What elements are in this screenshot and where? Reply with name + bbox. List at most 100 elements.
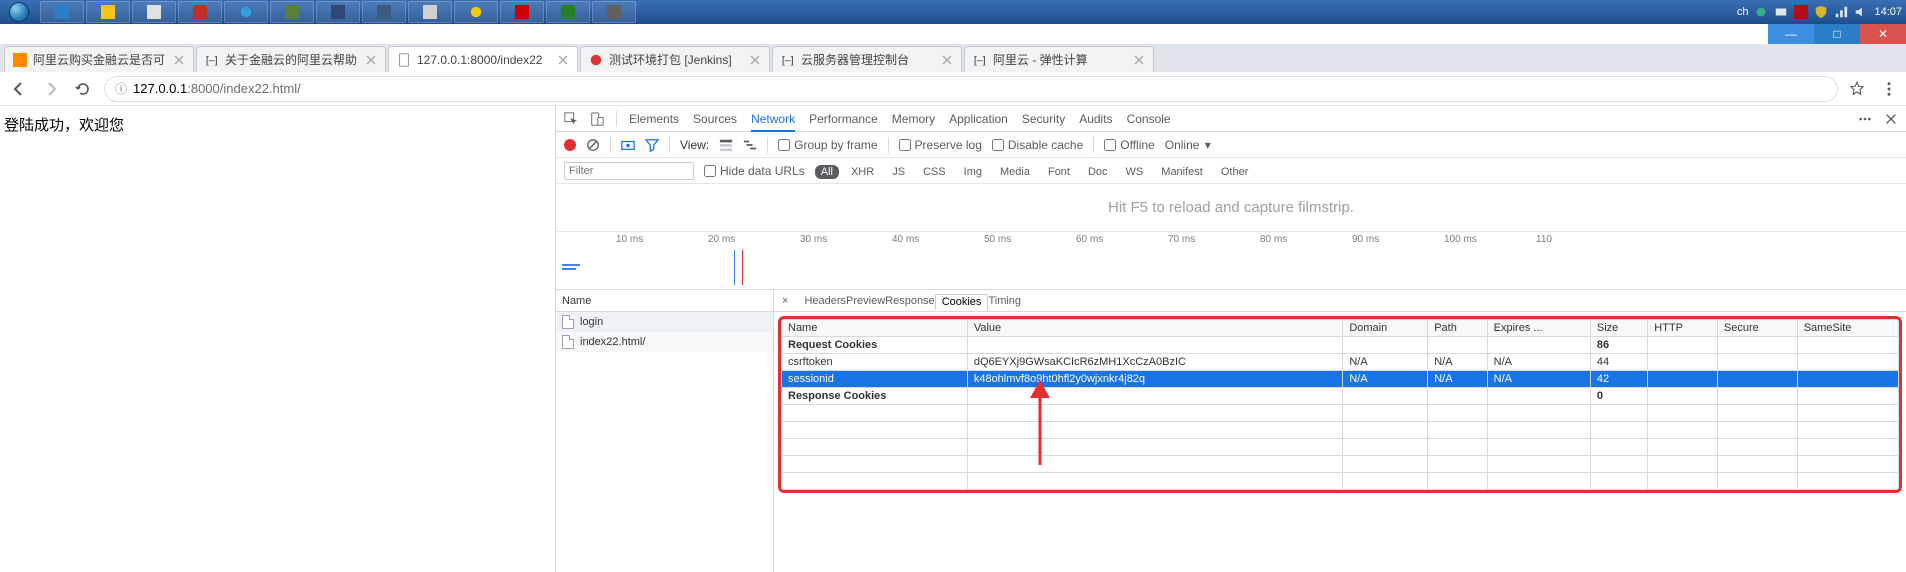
- devtools-tab-elements[interactable]: Elements: [629, 112, 679, 126]
- cookies-col-header[interactable]: Value: [967, 320, 1342, 337]
- bookmark-star-icon[interactable]: [1848, 80, 1866, 98]
- browser-tab[interactable]: [‒]云服务器管理控制台: [772, 46, 962, 72]
- filter-type-font[interactable]: Font: [1042, 165, 1076, 179]
- cookies-col-header[interactable]: Expires ...: [1487, 320, 1590, 337]
- filter-input[interactable]: [564, 162, 694, 180]
- cookies-col-header[interactable]: Size: [1590, 320, 1647, 337]
- device-toggle-icon[interactable]: [590, 112, 604, 126]
- record-button[interactable]: [564, 139, 576, 151]
- taskbar-app[interactable]: [178, 1, 222, 23]
- cookies-col-header[interactable]: Secure: [1717, 320, 1797, 337]
- windows-taskbar[interactable]: ch 14:07: [0, 0, 1906, 24]
- offline-checkbox[interactable]: Offline: [1104, 138, 1154, 152]
- tray-icon[interactable]: [1774, 5, 1788, 19]
- detail-tab-timing[interactable]: Timing: [988, 295, 1021, 307]
- taskbar-app[interactable]: [454, 1, 498, 23]
- filter-type-other[interactable]: Other: [1215, 165, 1255, 179]
- tab-close-icon[interactable]: [1133, 54, 1145, 66]
- filter-type-js[interactable]: JS: [886, 165, 911, 179]
- devtools-tab-sources[interactable]: Sources: [693, 112, 737, 126]
- taskbar-app[interactable]: [40, 1, 84, 23]
- filter-type-css[interactable]: CSS: [917, 165, 952, 179]
- browser-tab[interactable]: 测试环境打包 [Jenkins]: [580, 46, 770, 72]
- preserve-log-checkbox[interactable]: Preserve log: [899, 138, 982, 152]
- clear-icon[interactable]: [586, 138, 600, 152]
- detail-tab-preview[interactable]: Preview: [846, 295, 885, 307]
- start-button[interactable]: [0, 0, 38, 24]
- request-item[interactable]: login: [556, 312, 773, 332]
- browser-tab[interactable]: 阿里云购买金融云是否可: [4, 46, 194, 72]
- reload-button[interactable]: [72, 78, 94, 100]
- cookies-col-header[interactable]: Name: [782, 320, 968, 337]
- large-rows-icon[interactable]: [719, 138, 733, 152]
- tray-icon[interactable]: [1754, 5, 1768, 19]
- throttling-select[interactable]: Online ▾: [1165, 138, 1211, 152]
- shield-icon[interactable]: [1814, 5, 1828, 19]
- filter-type-manifest[interactable]: Manifest: [1155, 165, 1209, 179]
- address-bar[interactable]: ⓘ 127.0.0.1:8000/index22.html/: [104, 76, 1838, 102]
- devtools-tab-network[interactable]: Network: [751, 112, 795, 126]
- window-close-button[interactable]: ✕: [1860, 24, 1906, 44]
- taskbar-app[interactable]: [86, 1, 130, 23]
- filter-type-doc[interactable]: Doc: [1082, 165, 1114, 179]
- network-timeline[interactable]: 10 ms20 ms30 ms40 ms50 ms60 ms70 ms80 ms…: [556, 232, 1906, 290]
- taskbar-app[interactable]: [132, 1, 176, 23]
- detail-close-icon[interactable]: ×: [782, 295, 788, 307]
- network-icon[interactable]: [1834, 5, 1848, 19]
- taskbar-app[interactable]: [546, 1, 590, 23]
- devtools-close-icon[interactable]: [1884, 112, 1898, 126]
- flag-icon[interactable]: [1794, 5, 1808, 19]
- taskbar-app[interactable]: [316, 1, 360, 23]
- browser-tab[interactable]: [‒]关于金融云的阿里云帮助: [196, 46, 386, 72]
- detail-tab-cookies[interactable]: Cookies: [935, 294, 989, 310]
- cookies-row[interactable]: Response Cookies0: [782, 388, 1899, 405]
- filter-type-media[interactable]: Media: [994, 165, 1036, 179]
- taskbar-app[interactable]: [592, 1, 636, 23]
- request-list-header[interactable]: Name: [556, 290, 773, 312]
- taskbar-app[interactable]: [224, 1, 268, 23]
- taskbar-app[interactable]: [500, 1, 544, 23]
- browser-tab[interactable]: 127.0.0.1:8000/index22: [388, 46, 578, 72]
- back-button[interactable]: [8, 78, 30, 100]
- filter-type-ws[interactable]: WS: [1120, 165, 1150, 179]
- tab-close-icon[interactable]: [941, 54, 953, 66]
- waterfall-icon[interactable]: [743, 138, 757, 152]
- tab-close-icon[interactable]: [365, 54, 377, 66]
- tray-lang[interactable]: ch: [1737, 6, 1749, 18]
- cookies-col-header[interactable]: Path: [1428, 320, 1487, 337]
- devtools-tab-performance[interactable]: Performance: [809, 112, 878, 126]
- disable-cache-checkbox[interactable]: Disable cache: [992, 138, 1083, 152]
- cookies-row[interactable]: Request Cookies86: [782, 337, 1899, 354]
- tab-close-icon[interactable]: [173, 54, 185, 66]
- cookies-col-header[interactable]: Domain: [1343, 320, 1428, 337]
- filter-type-xhr[interactable]: XHR: [845, 165, 880, 179]
- hide-data-urls-checkbox[interactable]: Hide data URLs: [704, 164, 805, 178]
- cookies-col-header[interactable]: HTTP: [1648, 320, 1718, 337]
- group-by-frame-checkbox[interactable]: Group by frame: [778, 138, 877, 152]
- devtools-tab-memory[interactable]: Memory: [892, 112, 935, 126]
- site-info-icon[interactable]: ⓘ: [115, 80, 127, 97]
- filter-icon[interactable]: [645, 138, 659, 152]
- detail-tab-headers[interactable]: Headers: [804, 295, 846, 307]
- detail-tab-response[interactable]: Response: [885, 295, 935, 307]
- window-maximize-button[interactable]: □: [1814, 24, 1860, 44]
- taskbar-app[interactable]: [362, 1, 406, 23]
- filter-type-all[interactable]: All: [815, 165, 839, 179]
- devtools-tab-application[interactable]: Application: [949, 112, 1008, 126]
- cookies-row[interactable]: sessionidk48ohlmvf8o9ht0hfl2y0wjxnkr4j82…: [782, 371, 1899, 388]
- cookies-row[interactable]: csrftokendQ6EYXj9GWsaKCIcR6zMH1XcCzA0BzI…: [782, 354, 1899, 371]
- tray-clock[interactable]: 14:07: [1874, 6, 1902, 18]
- devtools-tab-security[interactable]: Security: [1022, 112, 1065, 126]
- devtools-tab-audits[interactable]: Audits: [1079, 112, 1112, 126]
- capture-screenshots-icon[interactable]: [621, 138, 635, 152]
- inspect-element-icon[interactable]: [564, 112, 578, 126]
- request-item[interactable]: index22.html/: [556, 332, 773, 352]
- forward-button[interactable]: [40, 78, 62, 100]
- taskbar-app[interactable]: [408, 1, 452, 23]
- system-tray[interactable]: ch 14:07: [1737, 0, 1902, 24]
- taskbar-app[interactable]: [270, 1, 314, 23]
- window-minimize-button[interactable]: —: [1768, 24, 1814, 44]
- devtools-menu-icon[interactable]: [1858, 112, 1872, 126]
- browser-tab[interactable]: [‒]阿里云 - 弹性计算: [964, 46, 1154, 72]
- cookies-col-header[interactable]: SameSite: [1797, 320, 1898, 337]
